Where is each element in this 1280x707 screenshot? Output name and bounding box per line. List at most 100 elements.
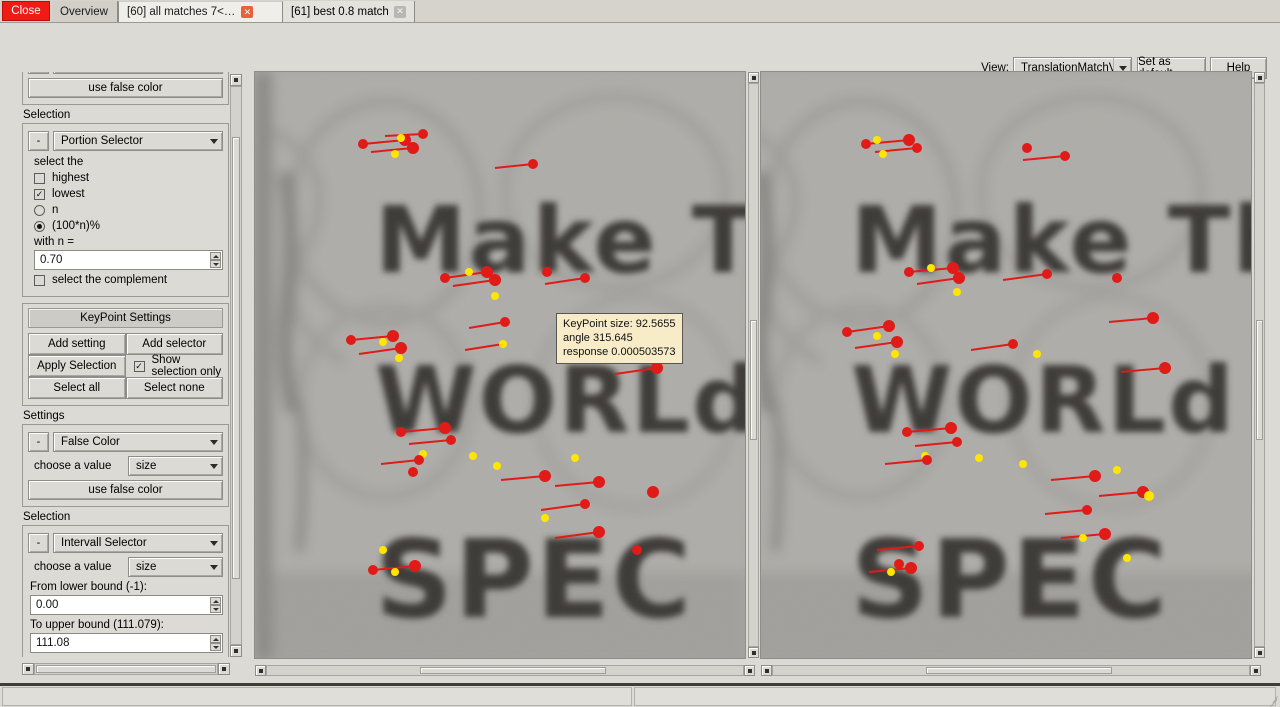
resize-grip-icon[interactable] (1266, 693, 1278, 707)
add-selector-button[interactable]: Add selector (125, 333, 223, 355)
sidebar-vertical-scrollbar[interactable] (230, 86, 242, 645)
scrollbar-thumb[interactable] (750, 320, 757, 440)
scrollbar-thumb[interactable] (420, 667, 606, 674)
chevron-down-icon[interactable] (206, 72, 222, 73)
left-image-scroll-right-button[interactable] (744, 665, 755, 676)
checkbox-icon[interactable] (34, 274, 45, 286)
stepper-down-icon[interactable] (210, 605, 221, 613)
false-color-row: - False Color (28, 432, 223, 452)
left-image-scroll-down-button[interactable] (748, 647, 759, 658)
chevron-down-icon[interactable] (206, 558, 222, 576)
stepper-up-icon[interactable] (210, 252, 221, 260)
scrollbar-thumb[interactable] (926, 667, 1112, 674)
lower-bound-stepper[interactable]: 0.00 (30, 595, 223, 615)
settings-sidebar: - False Color use false color Selection … (0, 70, 244, 677)
application-window: Close Overview [60] all matches 7<… ✕ [6… (0, 0, 1280, 707)
n-value-stepper[interactable]: 0.70 (34, 250, 223, 270)
option-label: (100*n)% (52, 220, 100, 232)
false-color-select[interactable]: False Color (53, 432, 223, 452)
portion-selector-select[interactable]: Portion Selector (53, 131, 223, 151)
keypoint-tooltip: KeyPoint size: 92.5655 angle 315.645 res… (556, 313, 683, 364)
group-settings-top: - False Color use false color (22, 72, 229, 105)
add-setting-button[interactable]: Add setting (28, 333, 126, 355)
collapse-button[interactable]: - (28, 432, 49, 452)
chevron-down-icon[interactable] (206, 457, 222, 475)
checkbox-checked-icon[interactable]: ✓ (133, 360, 145, 372)
use-false-color-button[interactable]: use false color (28, 78, 223, 98)
close-icon[interactable]: ✕ (394, 5, 406, 18)
collapse-button[interactable]: - (28, 131, 49, 151)
right-image-scroll-up-button[interactable] (1254, 72, 1265, 83)
stepper-buttons[interactable] (210, 597, 221, 613)
close-icon[interactable]: ✕ (241, 6, 254, 18)
checkbox-lowest[interactable]: ✓ lowest (34, 188, 223, 200)
chevron-down-icon[interactable] (206, 534, 222, 552)
checkbox-show-selection-only[interactable]: ✓ Show selection only (126, 354, 224, 378)
radio-icon[interactable] (34, 204, 45, 216)
stepper-down-icon[interactable] (210, 260, 221, 268)
group-intervall-selector: - Intervall Selector choose a value size (22, 525, 229, 657)
stepper-up-icon[interactable] (210, 635, 221, 643)
sidebar-horizontal-scrollbar[interactable] (34, 663, 218, 675)
stepper-buttons[interactable] (210, 635, 221, 651)
tab-label: Overview (60, 5, 108, 18)
right-image-scroll-down-button[interactable] (1254, 647, 1265, 658)
right-image-vertical-scrollbar[interactable] (1254, 83, 1265, 647)
select-none-button[interactable]: Select none (125, 377, 223, 399)
stepper-buttons[interactable] (210, 252, 221, 268)
left-image-view[interactable]: Make The WORLd SPEC ILIST (254, 71, 746, 659)
false-color-select[interactable]: False Color (53, 72, 223, 74)
left-image-vertical-scrollbar[interactable] (748, 83, 759, 647)
left-image-scroll-up-button[interactable] (748, 72, 759, 83)
settings-section-label: Settings (23, 410, 65, 422)
collapse-button[interactable]: - (28, 72, 49, 74)
selection-section-label: Selection (23, 109, 71, 121)
close-button[interactable]: Close (2, 1, 50, 21)
sidebar-scroll-viewport: - False Color use false color Selection … (22, 72, 229, 657)
n-value-input[interactable]: 0.70 (34, 250, 223, 270)
radio-percent[interactable]: (100*n)% (34, 220, 223, 232)
right-image-horizontal-scrollbar[interactable] (772, 665, 1250, 676)
scrollbar-thumb[interactable] (1256, 320, 1263, 440)
radio-selected-icon[interactable] (34, 220, 45, 232)
scrollbar-thumb[interactable] (232, 137, 240, 579)
tab-overview[interactable]: Overview (52, 1, 118, 22)
stepper-down-icon[interactable] (210, 643, 221, 651)
keypoint-settings-header[interactable]: KeyPoint Settings (28, 308, 223, 328)
left-image-horizontal-scrollbar[interactable] (266, 665, 744, 676)
sidebar-scroll-left-button[interactable] (22, 663, 34, 675)
value-select-value: size (136, 460, 157, 472)
group-false-color-settings: - False Color choose a value size use fa… (22, 424, 229, 507)
right-image-scroll-left-button[interactable] (761, 665, 772, 676)
checkbox-select-complement[interactable]: select the complement (34, 274, 223, 286)
tab-label: [60] all matches 7<… (127, 6, 236, 18)
scrollbar-thumb[interactable] (36, 665, 216, 673)
checkbox-highest[interactable]: highest (34, 172, 223, 184)
stepper-up-icon[interactable] (210, 597, 221, 605)
intervall-selector-select[interactable]: Intervall Selector (53, 533, 223, 553)
right-image-view[interactable]: Make The WORLd SPEC ILIST (760, 71, 1252, 659)
checkbox-icon[interactable] (34, 172, 45, 184)
sidebar-scroll-right-button[interactable] (218, 663, 230, 675)
collapse-button[interactable]: - (28, 533, 49, 553)
upper-bound-stepper[interactable]: 111.08 (30, 633, 223, 653)
sidebar-content: - False Color use false color Selection … (22, 72, 229, 657)
chevron-down-icon[interactable] (206, 433, 222, 451)
sidebar-scroll-up-button[interactable] (230, 74, 242, 86)
use-false-color-button[interactable]: use false color (28, 480, 223, 500)
lower-bound-input[interactable]: 0.00 (30, 595, 223, 615)
value-select[interactable]: size (128, 557, 223, 577)
left-image-canvas: Make The WORLd SPEC ILIST (255, 72, 745, 658)
checkbox-checked-icon[interactable]: ✓ (34, 188, 45, 200)
tab-all-matches[interactable]: [60] all matches 7<… ✕ (118, 1, 283, 22)
tab-best-match[interactable]: [61] best 0.8 match… ✕ (283, 1, 415, 22)
left-image-scroll-left-button[interactable] (255, 665, 266, 676)
chevron-down-icon[interactable] (206, 132, 222, 150)
radio-n[interactable]: n (34, 204, 223, 216)
sidebar-scroll-down-button[interactable] (230, 645, 242, 657)
apply-selection-button[interactable]: Apply Selection (28, 355, 126, 377)
upper-bound-input[interactable]: 111.08 (30, 633, 223, 653)
right-image-scroll-right-button[interactable] (1250, 665, 1261, 676)
value-select[interactable]: size (128, 456, 223, 476)
select-all-button[interactable]: Select all (28, 377, 126, 399)
